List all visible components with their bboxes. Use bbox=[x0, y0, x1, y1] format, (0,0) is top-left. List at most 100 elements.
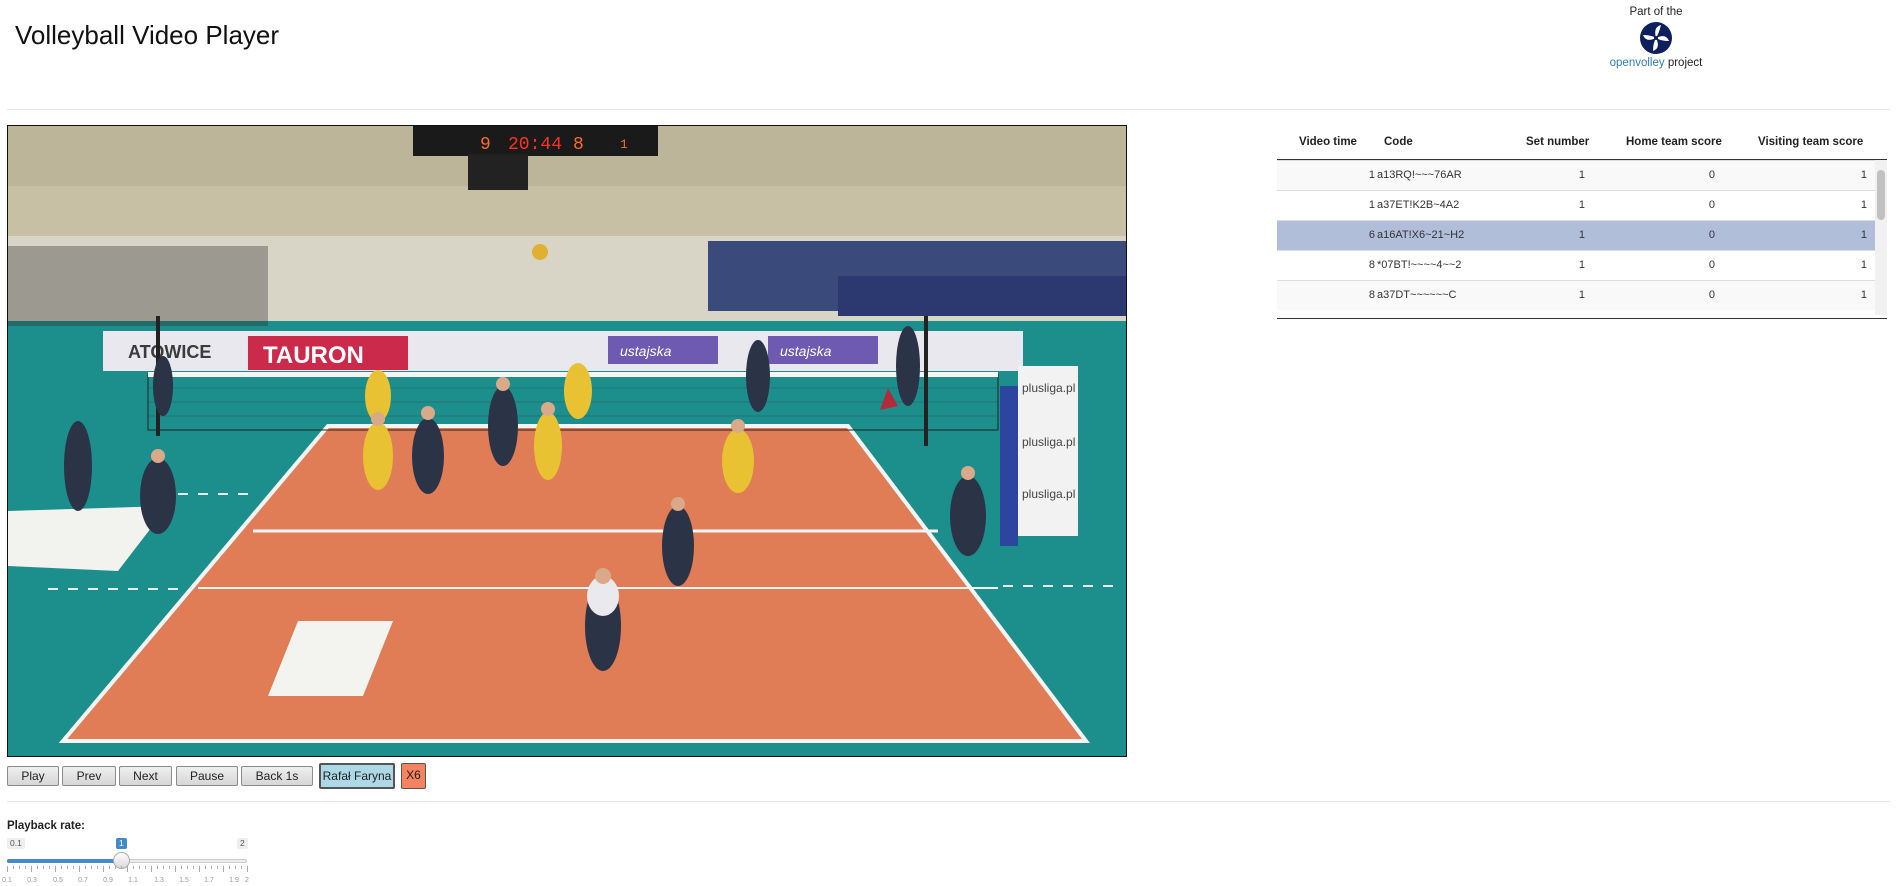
slider-tick bbox=[157, 866, 158, 869]
cell-code: a16AT!X6~21~H2 bbox=[1377, 229, 1465, 241]
col-home-team-score[interactable]: Home team score bbox=[1626, 136, 1722, 148]
cell-visiting-score: 1 bbox=[1860, 229, 1867, 241]
slider-tick bbox=[163, 866, 164, 869]
header-divider bbox=[7, 109, 1890, 110]
logo-caption: Part of the bbox=[1629, 6, 1683, 18]
cell-set-number: 1 bbox=[1578, 229, 1585, 241]
cell-set-number: 1 bbox=[1578, 169, 1585, 181]
cell-home-score: 0 bbox=[1708, 169, 1715, 181]
col-code[interactable]: Code bbox=[1384, 136, 1413, 148]
table-header: Video time Code Set number Home team sco… bbox=[1277, 125, 1887, 160]
slider-tick-label: 1.1 bbox=[128, 877, 138, 884]
playback-rate-slider[interactable]: 0.1 2 1 0.1 0.3 0.5 0.7 0.9 1.1 1.3 1.5 1.7 1.9 2 bbox=[2, 838, 249, 886]
prev-button[interactable]: Prev bbox=[62, 766, 116, 786]
slider-tick bbox=[115, 866, 116, 869]
openvolley-link[interactable]: openvolley bbox=[1610, 57, 1665, 69]
cell-code: *07BT!~~~~4~~2 bbox=[1377, 259, 1462, 271]
cell-visiting-score: 1 bbox=[1860, 169, 1867, 181]
col-set-number[interactable]: Set number bbox=[1526, 136, 1589, 148]
play-button[interactable]: Play bbox=[7, 766, 59, 786]
table-body: 1 a13RQ!~~~76AR 1 0 1 1 a37ET!K2B~4A2 1 0 1 6 a16AT… bbox=[1277, 160, 1875, 315]
cell-home-score: 0 bbox=[1708, 199, 1715, 211]
cell-visiting-score: 1 bbox=[1860, 289, 1867, 301]
next-button[interactable]: Next bbox=[119, 766, 172, 786]
controls-divider bbox=[7, 801, 1890, 802]
slider-tick bbox=[61, 866, 62, 869]
slider-tick-label: 0.7 bbox=[78, 877, 88, 884]
cell-code: a37DT~~~~~~C bbox=[1377, 289, 1457, 301]
player-name-chip[interactable]: Rafał Faryna bbox=[319, 763, 395, 789]
banner-plusliga-1: plusliga.pl bbox=[1022, 381, 1075, 395]
slider-tick bbox=[121, 866, 122, 869]
slider-tick bbox=[49, 866, 50, 869]
cell-set-number: 1 bbox=[1578, 259, 1585, 271]
slider-tick bbox=[211, 866, 212, 869]
scrollbar-thumb[interactable] bbox=[1877, 170, 1885, 220]
slider-tick-label: 0.3 bbox=[27, 877, 37, 884]
slider-tick-label: 2 bbox=[245, 877, 249, 884]
cell-code: a37ET!K2B~4A2 bbox=[1377, 199, 1460, 211]
banner-ustajska-2: ustajska bbox=[780, 343, 832, 359]
slider-tick bbox=[13, 866, 14, 869]
slider-tick-label: 1.3 bbox=[154, 877, 164, 884]
slider-tick bbox=[67, 866, 68, 869]
table-bottom-border bbox=[1277, 318, 1887, 319]
back-1s-button[interactable]: Back 1s bbox=[241, 766, 313, 786]
slider-tick bbox=[37, 866, 38, 869]
slider-tick bbox=[139, 866, 140, 869]
slider-tick bbox=[181, 866, 182, 869]
slider-max-label: 2 bbox=[237, 838, 248, 849]
slider-tick bbox=[175, 866, 176, 872]
slider-tick-label: 0.9 bbox=[103, 877, 113, 884]
banner-ustajska-1: ustajska bbox=[620, 343, 672, 359]
cell-home-score: 0 bbox=[1708, 289, 1715, 301]
slider-tick-label: 1.7 bbox=[204, 877, 214, 884]
banner-tauron: TAURON bbox=[263, 342, 364, 369]
slider-tick bbox=[7, 866, 8, 872]
slider-tick bbox=[97, 866, 98, 869]
slider-tick bbox=[85, 866, 86, 869]
scoreboard-home: 9 bbox=[480, 135, 491, 155]
cell-video-time: 1 bbox=[1368, 199, 1375, 211]
cell-video-time: 8 bbox=[1368, 289, 1375, 301]
slider-tick bbox=[127, 866, 128, 872]
table-row[interactable]: 6 a16AT!X6~21~H2 1 0 1 bbox=[1277, 220, 1875, 250]
slider-tick bbox=[205, 866, 206, 869]
col-visiting-team-score[interactable]: Visiting team score bbox=[1758, 136, 1863, 148]
volleyball-icon bbox=[1640, 22, 1672, 54]
table-row[interactable]: 1 a13RQ!~~~76AR 1 0 1 bbox=[1277, 160, 1875, 190]
table-scrollbar[interactable] bbox=[1875, 160, 1887, 315]
video-player[interactable]: TAURON ATOWICE ustajska ustajska 9 20:44… bbox=[7, 125, 1127, 757]
skill-code-chip[interactable]: X6 bbox=[401, 763, 426, 789]
openvolley-logo: Part of the openvolley project bbox=[1606, 6, 1706, 69]
slider-tick bbox=[217, 866, 218, 869]
slider-tick bbox=[241, 866, 242, 869]
slider-tick bbox=[55, 866, 56, 872]
cell-video-time: 8 bbox=[1368, 259, 1375, 271]
slider-tick bbox=[19, 866, 20, 869]
logo-suffix: project bbox=[1664, 57, 1703, 69]
slider-tick bbox=[199, 866, 200, 872]
slider-tick bbox=[187, 866, 188, 869]
slider-tick-label: 1.9 bbox=[229, 877, 239, 884]
slider-tick bbox=[145, 866, 146, 869]
table-row[interactable]: 8 *07BT!~~~~4~~2 1 0 1 bbox=[1277, 250, 1875, 280]
table-row[interactable]: 1 a37ET!K2B~4A2 1 0 1 bbox=[1277, 190, 1875, 220]
col-video-time[interactable]: Video time bbox=[1299, 136, 1357, 148]
pause-button[interactable]: Pause bbox=[176, 766, 238, 786]
banner-plusliga-3: plusliga.pl bbox=[1022, 487, 1075, 501]
table-row[interactable]: 8 a37DT~~~~~~C 1 0 1 bbox=[1277, 280, 1875, 310]
scoreboard-visitor: 8 bbox=[573, 135, 584, 155]
cell-video-time: 6 bbox=[1368, 229, 1375, 241]
slider-tick bbox=[109, 866, 110, 869]
slider-tick bbox=[133, 866, 134, 869]
cell-set-number: 1 bbox=[1578, 199, 1585, 211]
slider-fill bbox=[7, 859, 121, 863]
page-title: Volleyball Video Player bbox=[15, 20, 280, 50]
scoreboard-clock: 20:44 bbox=[508, 135, 562, 155]
slider-tick bbox=[25, 866, 26, 869]
cell-video-time: 1 bbox=[1368, 169, 1375, 181]
video-frame: TAURON ATOWICE ustajska ustajska 9 20:44… bbox=[8, 126, 1126, 756]
slider-tick bbox=[73, 866, 74, 869]
slider-ticks: 0.1 0.3 0.5 0.7 0.9 1.1 1.3 1.5 1.7 1.9 2 bbox=[2, 866, 249, 886]
